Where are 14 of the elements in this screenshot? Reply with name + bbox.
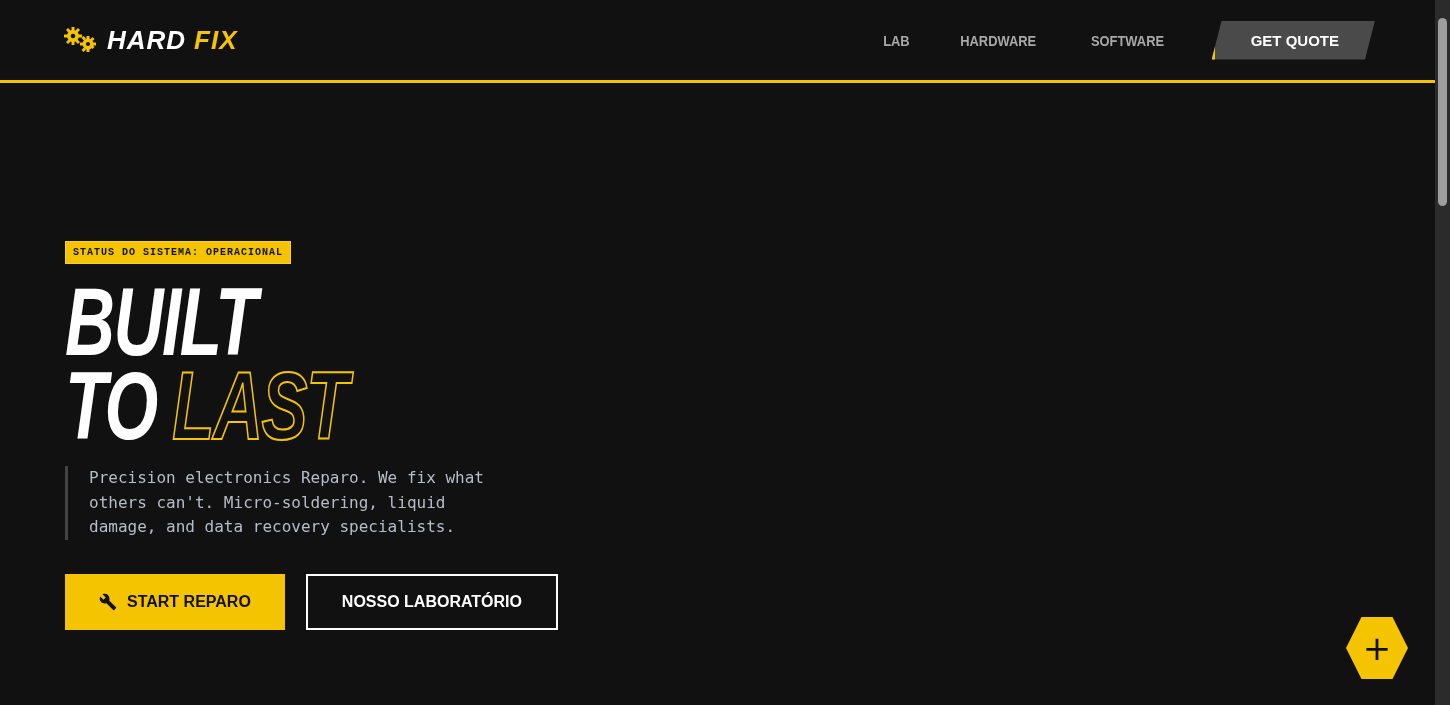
wrench-icon (99, 592, 117, 611)
gears-icon (63, 27, 97, 53)
start-repair-button[interactable]: START REPARO (65, 573, 285, 630)
nav-link[interactable]: HARDWARE (960, 31, 1037, 49)
nav-link[interactable]: LAB (883, 31, 911, 49)
get-quote-button[interactable]: GET QUOTE (1211, 20, 1375, 60)
add-button[interactable]: + (1346, 617, 1408, 679)
brand-name: HARD (107, 24, 187, 56)
scrollbar[interactable] (1435, 0, 1450, 705)
hero-description: Precision electronics Reparo. We fix what others can't. Micro-soldering, liquid damage, and data recovery specialists. (65, 466, 494, 540)
status-badge: STATUS DO SISTEMA: OPERACIONAL (65, 241, 292, 264)
nav-link[interactable]: SOFTWARE (1090, 31, 1164, 49)
lab-button[interactable]: NOSSO LABORATÓRIO (305, 573, 558, 630)
brand-name: FIX (194, 24, 238, 56)
